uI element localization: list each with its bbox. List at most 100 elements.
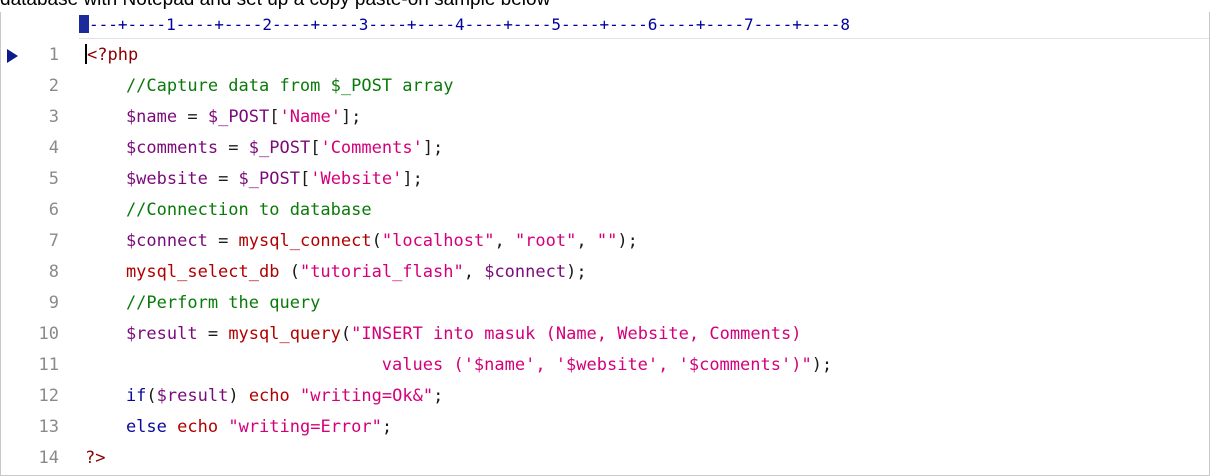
line-number: 5 bbox=[48, 169, 59, 189]
code-token: = bbox=[207, 231, 239, 251]
code-token: , bbox=[463, 262, 485, 282]
line-code[interactable]: else echo "writing=Error"; bbox=[85, 412, 392, 443]
code-token: echo bbox=[248, 386, 290, 406]
line-number: 4 bbox=[48, 138, 59, 158]
code-line[interactable]: 13 else echo "writing=Error"; bbox=[1, 412, 1209, 443]
code-token: <?php bbox=[87, 45, 139, 65]
line-number: 14 bbox=[38, 448, 59, 468]
line-code[interactable]: values ('$name', '$website', '$comments'… bbox=[85, 350, 832, 381]
code-token: = bbox=[177, 107, 208, 127]
code-token: = bbox=[197, 324, 229, 344]
code-token: , bbox=[494, 231, 515, 251]
code-token: [ bbox=[310, 138, 321, 158]
code-token: ]; bbox=[340, 107, 362, 127]
code-token: = bbox=[207, 169, 239, 189]
code-token: if bbox=[85, 386, 147, 406]
line-number: 11 bbox=[38, 355, 59, 375]
code-editor[interactable]: ---+----1----+----2----+----3----+----4-… bbox=[0, 12, 1210, 476]
line-number: 3 bbox=[48, 107, 59, 127]
code-token: //Perform the query bbox=[85, 293, 321, 313]
code-token: 'Website' bbox=[310, 169, 403, 189]
code-token: $website bbox=[85, 169, 208, 189]
code-line[interactable]: 2 //Capture data from $_POST array bbox=[1, 71, 1209, 102]
line-number: 6 bbox=[48, 200, 59, 220]
line-number: 12 bbox=[38, 386, 59, 406]
code-token: , bbox=[576, 231, 597, 251]
code-line[interactable]: 12 if($result) echo "writing=Ok&"; bbox=[1, 381, 1209, 412]
code-token: ); bbox=[811, 355, 833, 375]
code-token: "" bbox=[596, 231, 618, 251]
line-number: 8 bbox=[48, 262, 59, 282]
line-code[interactable]: $name = $_POST['Name']; bbox=[85, 102, 361, 133]
line-code[interactable]: if($result) echo "writing=Ok&"; bbox=[85, 381, 443, 412]
code-token: ( bbox=[279, 262, 300, 282]
code-token: mysql_query bbox=[228, 324, 341, 344]
line-code[interactable]: $comments = $_POST['Comments']; bbox=[85, 133, 443, 164]
code-token: values ('$name', '$website', '$comments'… bbox=[85, 355, 812, 375]
code-line[interactable]: 6 //Connection to database bbox=[1, 195, 1209, 226]
code-line[interactable]: 5 $website = $_POST['Website']; bbox=[1, 164, 1209, 195]
line-number: 1 bbox=[48, 45, 59, 65]
code-line[interactable]: 11 values ('$name', '$website', '$commen… bbox=[1, 350, 1209, 381]
line-number: 7 bbox=[48, 231, 59, 251]
line-code[interactable]: $connect = mysql_connect("localhost", "r… bbox=[85, 226, 638, 257]
line-number: 13 bbox=[38, 417, 59, 437]
code-token: $comments bbox=[85, 138, 219, 158]
line-number: 2 bbox=[48, 76, 59, 96]
code-token: ); bbox=[566, 262, 587, 282]
code-line[interactable]: 8 mysql_select_db ("tutorial_flash", $co… bbox=[1, 257, 1209, 288]
code-token: "root" bbox=[514, 231, 577, 251]
line-code[interactable]: <?php bbox=[85, 40, 138, 71]
code-token: "INSERT into masuk (Name, Website, Comme… bbox=[351, 324, 802, 344]
code-token: $_POST bbox=[238, 169, 300, 189]
code-token: [ bbox=[269, 107, 280, 127]
code-token: $connect bbox=[484, 262, 567, 282]
line-code[interactable]: ?> bbox=[85, 443, 105, 474]
code-token: echo bbox=[177, 417, 219, 437]
code-line[interactable]: 9 //Perform the query bbox=[1, 288, 1209, 319]
code-line[interactable]: 4 $comments = $_POST['Comments']; bbox=[1, 133, 1209, 164]
code-token: "tutorial_flash" bbox=[299, 262, 464, 282]
line-code[interactable]: //Perform the query bbox=[85, 288, 320, 319]
column-ruler: ---+----1----+----2----+----3----+----4-… bbox=[79, 12, 1209, 39]
code-token: $result bbox=[156, 386, 229, 406]
code-token: 'Comments' bbox=[320, 138, 423, 158]
line-code[interactable]: //Connection to database bbox=[85, 195, 372, 226]
code-token: ; bbox=[381, 417, 393, 437]
code-token: //Connection to database bbox=[85, 200, 372, 220]
line-code[interactable]: $website = $_POST['Website']; bbox=[85, 164, 423, 195]
code-token: $name bbox=[85, 107, 178, 127]
code-token: ?> bbox=[85, 448, 106, 468]
code-line[interactable]: 7 $connect = mysql_connect("localhost", … bbox=[1, 226, 1209, 257]
code-token: ]; bbox=[402, 169, 423, 189]
code-token: ) bbox=[228, 386, 249, 406]
code-token: "localhost" bbox=[381, 231, 495, 251]
code-token: $_POST bbox=[207, 107, 270, 127]
line-code[interactable]: //Capture data from $_POST array bbox=[85, 71, 454, 102]
line-number: 9 bbox=[48, 293, 59, 313]
code-token: ]; bbox=[422, 138, 444, 158]
code-line[interactable]: 10 $result = mysql_query("INSERT into ma… bbox=[1, 319, 1209, 350]
code-token: "writing=Error" bbox=[228, 417, 382, 437]
code-token: mysql_select_db bbox=[85, 262, 280, 282]
code-token: = bbox=[218, 138, 249, 158]
line-number: 10 bbox=[38, 324, 59, 344]
code-line[interactable]: 14 ?> bbox=[1, 443, 1209, 474]
code-token: $result bbox=[85, 324, 198, 344]
ruler-text: ---+----1----+----2----+----3----+----4-… bbox=[89, 15, 850, 34]
code-token: //Capture data from $_POST array bbox=[85, 76, 454, 96]
code-line[interactable]: 1 <?php bbox=[1, 40, 1209, 71]
code-token: ( bbox=[340, 324, 352, 344]
line-code[interactable]: mysql_select_db ("tutorial_flash", $conn… bbox=[85, 257, 587, 288]
code-line[interactable]: 3 $name = $_POST['Name']; bbox=[1, 102, 1209, 133]
code-token: ); bbox=[617, 231, 638, 251]
line-code[interactable]: $result = mysql_query("INSERT into masuk… bbox=[85, 319, 802, 350]
code-token: "writing=Ok&" bbox=[300, 386, 434, 406]
code-token: else bbox=[85, 417, 167, 437]
code-token: $_POST bbox=[248, 138, 311, 158]
code-token: ( bbox=[371, 231, 382, 251]
code-token: mysql_connect bbox=[238, 231, 372, 251]
